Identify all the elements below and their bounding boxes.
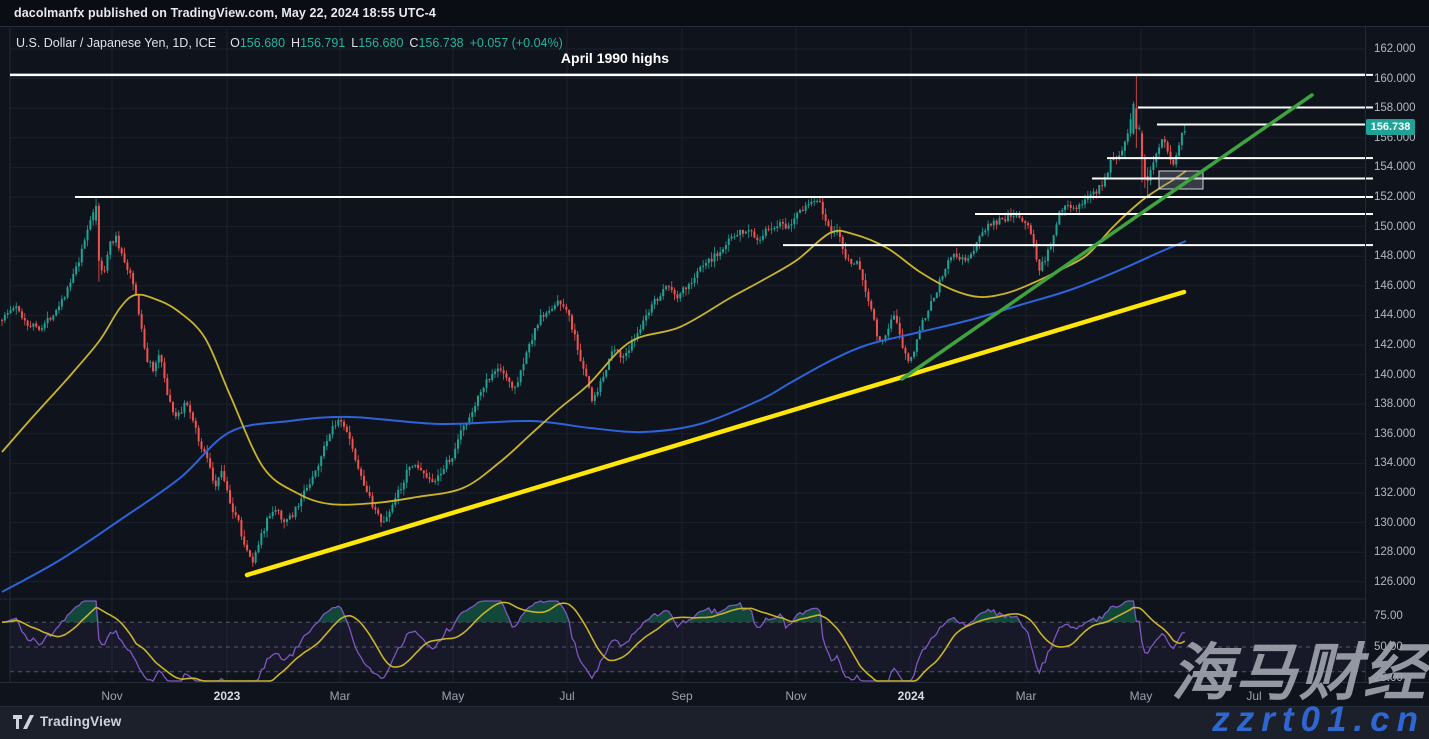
price-axis-label: 158.000: [1374, 102, 1416, 114]
time-axis-label: Nov: [101, 689, 122, 703]
watermark-site: zzrt01.cn: [1212, 702, 1425, 737]
price-axis-label: 154.000: [1374, 161, 1416, 173]
price-axis-label: 132.000: [1374, 487, 1416, 499]
price-axis-label: 75.00: [1374, 610, 1403, 622]
price-axis-label: 128.000: [1374, 546, 1416, 558]
price-axis-label: 146.000: [1374, 280, 1416, 292]
symbol-title[interactable]: U.S. Dollar / Japanese Yen, 1D, ICE: [16, 36, 216, 50]
price-axis-label: 150.000: [1374, 221, 1416, 233]
price-axis-label: 144.000: [1374, 309, 1416, 321]
price-axis-label: 126.000: [1374, 576, 1416, 588]
time-axis-label: Mar: [1016, 689, 1037, 703]
price-axis-label: 162.000: [1374, 43, 1416, 55]
rsi-overbought-fill: [2, 601, 1185, 622]
price-axis-label: 136.000: [1374, 428, 1416, 440]
price-axis-label: 138.000: [1374, 398, 1416, 410]
change-value: +0.057 (+0.04%): [470, 36, 563, 50]
tradingview-logo[interactable]: TradingView: [13, 714, 121, 729]
price-axis-label: 140.000: [1374, 369, 1416, 381]
price-axis-label: 134.000: [1374, 457, 1416, 469]
time-axis-label: May: [442, 689, 465, 703]
chart-annotation: April 1990 highs: [520, 50, 710, 66]
price-axis-label: 130.000: [1374, 517, 1416, 529]
time-axis-label: Mar: [330, 689, 351, 703]
time-axis-label: May: [1130, 689, 1153, 703]
open-value: 156.680: [240, 36, 285, 50]
tradingview-published-chart: dacolmanfx published on TradingView.com,…: [0, 0, 1429, 739]
time-axis-label: Jul: [559, 689, 574, 703]
chart-canvas[interactable]: [0, 0, 1429, 739]
watermark-cn: 海马财经: [1171, 643, 1427, 705]
price-axis-label: 148.000: [1374, 250, 1416, 262]
low-value: 156.680: [358, 36, 403, 50]
time-axis-label: 2024: [898, 689, 925, 703]
time-axis-label: Nov: [785, 689, 806, 703]
open-label: O: [230, 36, 240, 50]
moving-averages: [2, 171, 1186, 592]
close-value: 156.738: [418, 36, 463, 50]
price-axis-label: 152.000: [1374, 191, 1416, 203]
high-label: H: [291, 36, 300, 50]
symbol-legend: U.S. Dollar / Japanese Yen, 1D, ICEO156.…: [16, 36, 563, 50]
horizontal-lines: [10, 74, 1373, 246]
time-axis-label: Sep: [671, 689, 692, 703]
price-axis-label: 160.000: [1374, 73, 1416, 85]
ma-slow-line: [2, 241, 1186, 592]
last-price-value: 156.738: [1371, 121, 1411, 133]
last-price-label: 156.738: [1366, 119, 1415, 135]
high-value: 156.791: [300, 36, 345, 50]
tradingview-logo-icon: [13, 715, 34, 729]
tradingview-logo-text: TradingView: [40, 714, 121, 729]
price-axis-label: 142.000: [1374, 339, 1416, 351]
time-axis-label: 2023: [214, 689, 241, 703]
